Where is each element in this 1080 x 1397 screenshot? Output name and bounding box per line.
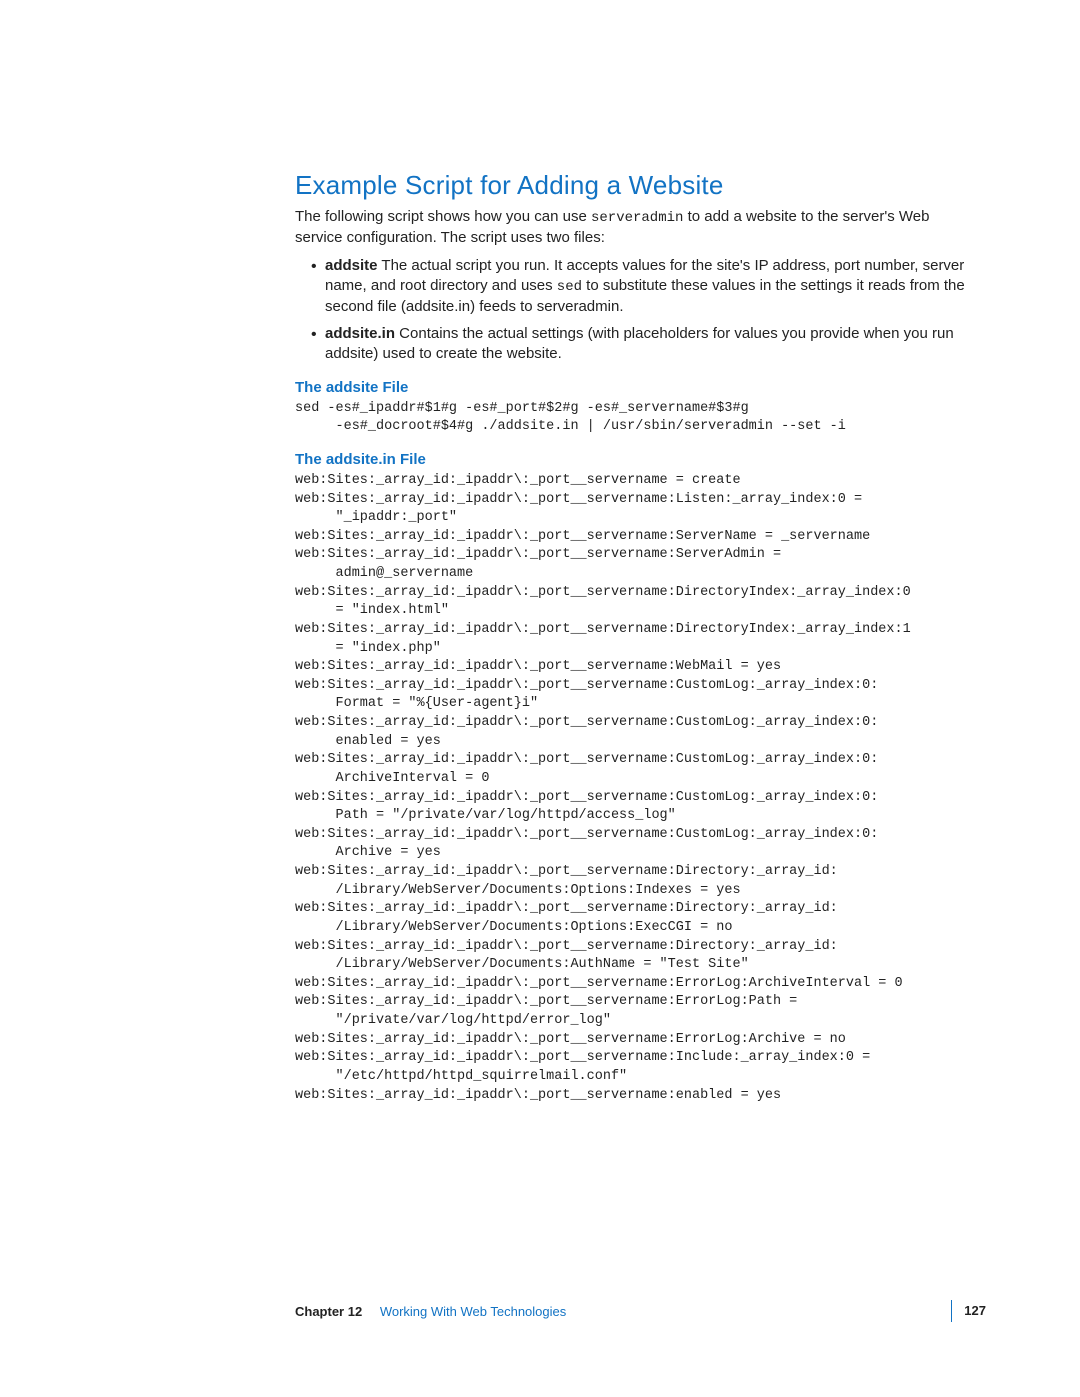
- bullet-text-a: Contains the actual settings (with place…: [325, 325, 954, 362]
- list-item: addsite.in Contains the actual settings …: [311, 324, 980, 365]
- list-item: addsite The actual script you run. It ac…: [311, 256, 980, 317]
- intro-paragraph: The following script shows how you can u…: [295, 207, 980, 248]
- page-number: 127: [951, 1300, 986, 1322]
- chapter-label: Chapter 12: [295, 1304, 362, 1319]
- chapter-title: Working With Web Technologies: [380, 1304, 566, 1319]
- page: Example Script for Adding a Website The …: [0, 0, 1080, 1397]
- section-heading-addsite-in: The addsite.in File: [295, 451, 980, 468]
- bullet-mono: sed: [557, 279, 582, 295]
- bullet-name: addsite: [325, 257, 378, 274]
- section-heading-addsite: The addsite File: [295, 379, 980, 396]
- code-block-addsite: sed -es#_ipaddr#$1#g -es#_port#$2#g -es#…: [295, 400, 980, 437]
- intro-command: serveradmin: [591, 210, 683, 226]
- footer-left: Chapter 12 Working With Web Technologies: [295, 1304, 566, 1319]
- intro-text-a: The following script shows how you can u…: [295, 208, 591, 225]
- code-block-addsite-in: web:Sites:_array_id:_ipaddr\:_port__serv…: [295, 472, 980, 1105]
- bullet-list: addsite The actual script you run. It ac…: [295, 256, 980, 365]
- bullet-name: addsite.in: [325, 325, 395, 342]
- page-footer: Chapter 12 Working With Web Technologies…: [295, 1300, 986, 1322]
- page-title: Example Script for Adding a Website: [295, 170, 980, 201]
